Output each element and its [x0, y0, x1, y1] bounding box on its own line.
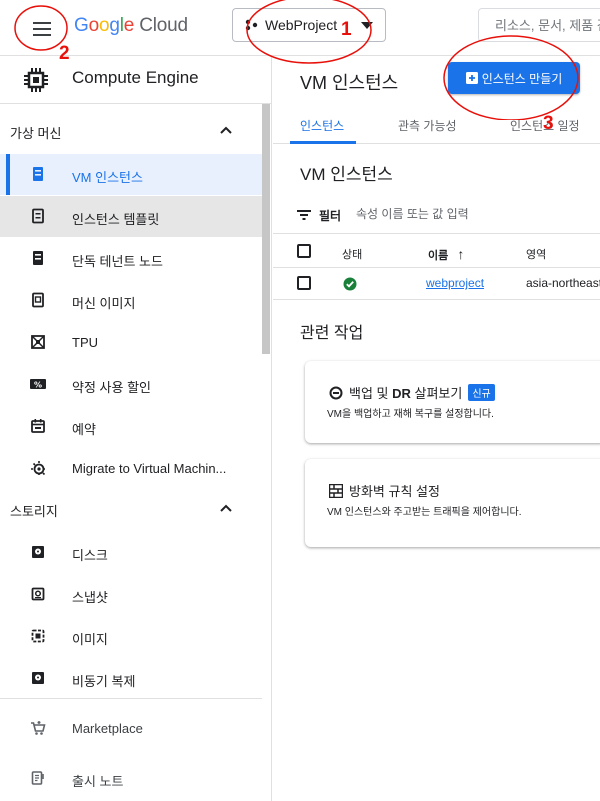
- sidebar-item-release-notes[interactable]: 출시 노트: [0, 758, 262, 799]
- firewall-icon: [329, 483, 343, 498]
- sidebar-item-images[interactable]: 이미지: [0, 616, 262, 657]
- sidebar-item-disks[interactable]: 디스크: [0, 532, 262, 573]
- section-title: VM 인스턴스: [300, 165, 393, 184]
- tab-observability[interactable]: 관측 가능성: [398, 117, 457, 134]
- top-bar: Google Cloud WebProject: [0, 0, 600, 56]
- instance-name-link[interactable]: webproject: [426, 276, 484, 290]
- page-title: VM 인스턴스: [300, 73, 399, 93]
- card-description: VM 인스턴스와 주고받는 트래픽을 제어합니다.: [327, 507, 522, 518]
- tab-instances[interactable]: 인스턴스: [300, 117, 344, 134]
- sidebar-item-tpu[interactable]: TPU: [0, 322, 262, 363]
- firewall-rules-card[interactable]: 방화벽 규칙 설정 VM 인스턴스와 주고받는 트래픽을 제어합니다.: [305, 459, 600, 547]
- annotation-number-3: 3: [543, 113, 554, 134]
- machine-image-icon: [32, 292, 44, 308]
- annotation-number-1: 1: [341, 19, 352, 40]
- filter-icon: [297, 210, 311, 220]
- sidebar-scrollbar[interactable]: [262, 104, 270, 354]
- main-menu-button[interactable]: [22, 14, 62, 44]
- create-instance-button[interactable]: 인스턴스 만들기: [448, 62, 580, 94]
- sidebar-item-migrate-to-vms[interactable]: Migrate to Virtual Machin...: [0, 448, 262, 489]
- table-header: 상태 이름 ↑ 영역: [273, 236, 600, 268]
- sidebar-item-reservations[interactable]: 예약: [0, 406, 262, 447]
- table-row: webproject asia-northeast3-a: [273, 268, 600, 300]
- release-notes-icon: [31, 771, 44, 785]
- instance-template-icon: [32, 208, 44, 224]
- card-description: VM을 백업하고 재해 복구를 설정합니다.: [327, 409, 494, 420]
- snapshot-icon: [31, 587, 45, 601]
- main-content: VM 인스턴스 인스턴스 만들기 인스턴스 관측 가능성 인스턴스 일정 VM …: [273, 56, 600, 801]
- disk-icon: [32, 546, 44, 558]
- sidebar: Compute Engine 가상 머신 VM 인스턴스 인스턴스 템플릿 단독…: [0, 56, 272, 801]
- sidebar-item-sole-tenant-nodes[interactable]: 단독 테넌트 노드: [0, 238, 262, 279]
- sidebar-item-machine-images[interactable]: 머신 이미지: [0, 280, 262, 321]
- project-picker[interactable]: WebProject: [232, 8, 386, 42]
- sidebar-item-committed-use-discounts[interactable]: % 약정 사용 할인: [0, 364, 262, 405]
- column-header-zone[interactable]: 영역: [526, 246, 546, 262]
- backup-icon: [329, 386, 343, 399]
- logo-cloud-text: Cloud: [139, 15, 188, 36]
- sidebar-item-async-replication[interactable]: 비동기 복제: [0, 658, 262, 699]
- section-virtual-machines[interactable]: 가상 머신: [0, 112, 262, 152]
- reservation-icon: [31, 419, 45, 433]
- active-tab-indicator: [290, 141, 356, 144]
- google-cloud-logo[interactable]: Google Cloud: [74, 15, 188, 37]
- sole-tenant-node-icon: [33, 251, 43, 265]
- caret-down-icon: [361, 22, 373, 29]
- hamburger-menu-icon: [33, 22, 51, 36]
- sort-ascending-icon: ↑: [457, 246, 465, 262]
- tpu-icon: [31, 335, 45, 349]
- project-dots-icon: [245, 19, 258, 31]
- sidebar-item-marketplace[interactable]: Marketplace: [0, 708, 262, 749]
- filter-bar: 필터: [273, 196, 600, 234]
- committed-use-discount-icon: %: [30, 379, 46, 390]
- row-checkbox[interactable]: [297, 276, 311, 290]
- image-icon: [31, 629, 45, 643]
- backup-dr-card[interactable]: 백업 및 DR 살펴보기 신규 VM을 백업하고 재해 복구를 설정합니다.: [305, 361, 600, 443]
- sidebar-item-instance-templates[interactable]: 인스턴스 템플릿: [0, 196, 262, 237]
- sidebar-divider: [0, 698, 262, 699]
- filter-label: 필터: [319, 209, 342, 223]
- annotation-number-2: 2: [59, 43, 70, 64]
- select-all-checkbox[interactable]: [297, 244, 311, 258]
- async-replication-icon: [32, 672, 44, 684]
- status-ok-icon: [343, 277, 357, 291]
- search-input[interactable]: [478, 8, 600, 42]
- marketplace-icon: [31, 721, 46, 735]
- column-header-status[interactable]: 상태: [342, 246, 362, 262]
- instance-zone: asia-northeast3-a: [526, 276, 600, 290]
- filter-input[interactable]: [356, 202, 586, 226]
- sidebar-item-snapshots[interactable]: 스냅샷: [0, 574, 262, 615]
- product-title: Compute Engine: [72, 68, 199, 87]
- compute-engine-icon: [24, 68, 48, 92]
- project-name: WebProject: [265, 17, 338, 33]
- column-header-name[interactable]: 이름 ↑: [428, 246, 464, 263]
- new-badge: 신규: [468, 384, 495, 401]
- chevron-up-icon: [220, 504, 232, 512]
- sidebar-item-vm-instances[interactable]: VM 인스턴스: [0, 154, 262, 195]
- product-header: Compute Engine: [0, 56, 272, 104]
- svg-text:%: %: [34, 381, 42, 390]
- vm-instance-icon: [33, 167, 43, 181]
- add-box-icon: [465, 72, 478, 84]
- related-actions-title: 관련 작업: [300, 325, 364, 342]
- section-storage[interactable]: 스토리지: [0, 490, 262, 530]
- migrate-icon: [31, 461, 46, 476]
- chevron-up-icon: [220, 126, 232, 134]
